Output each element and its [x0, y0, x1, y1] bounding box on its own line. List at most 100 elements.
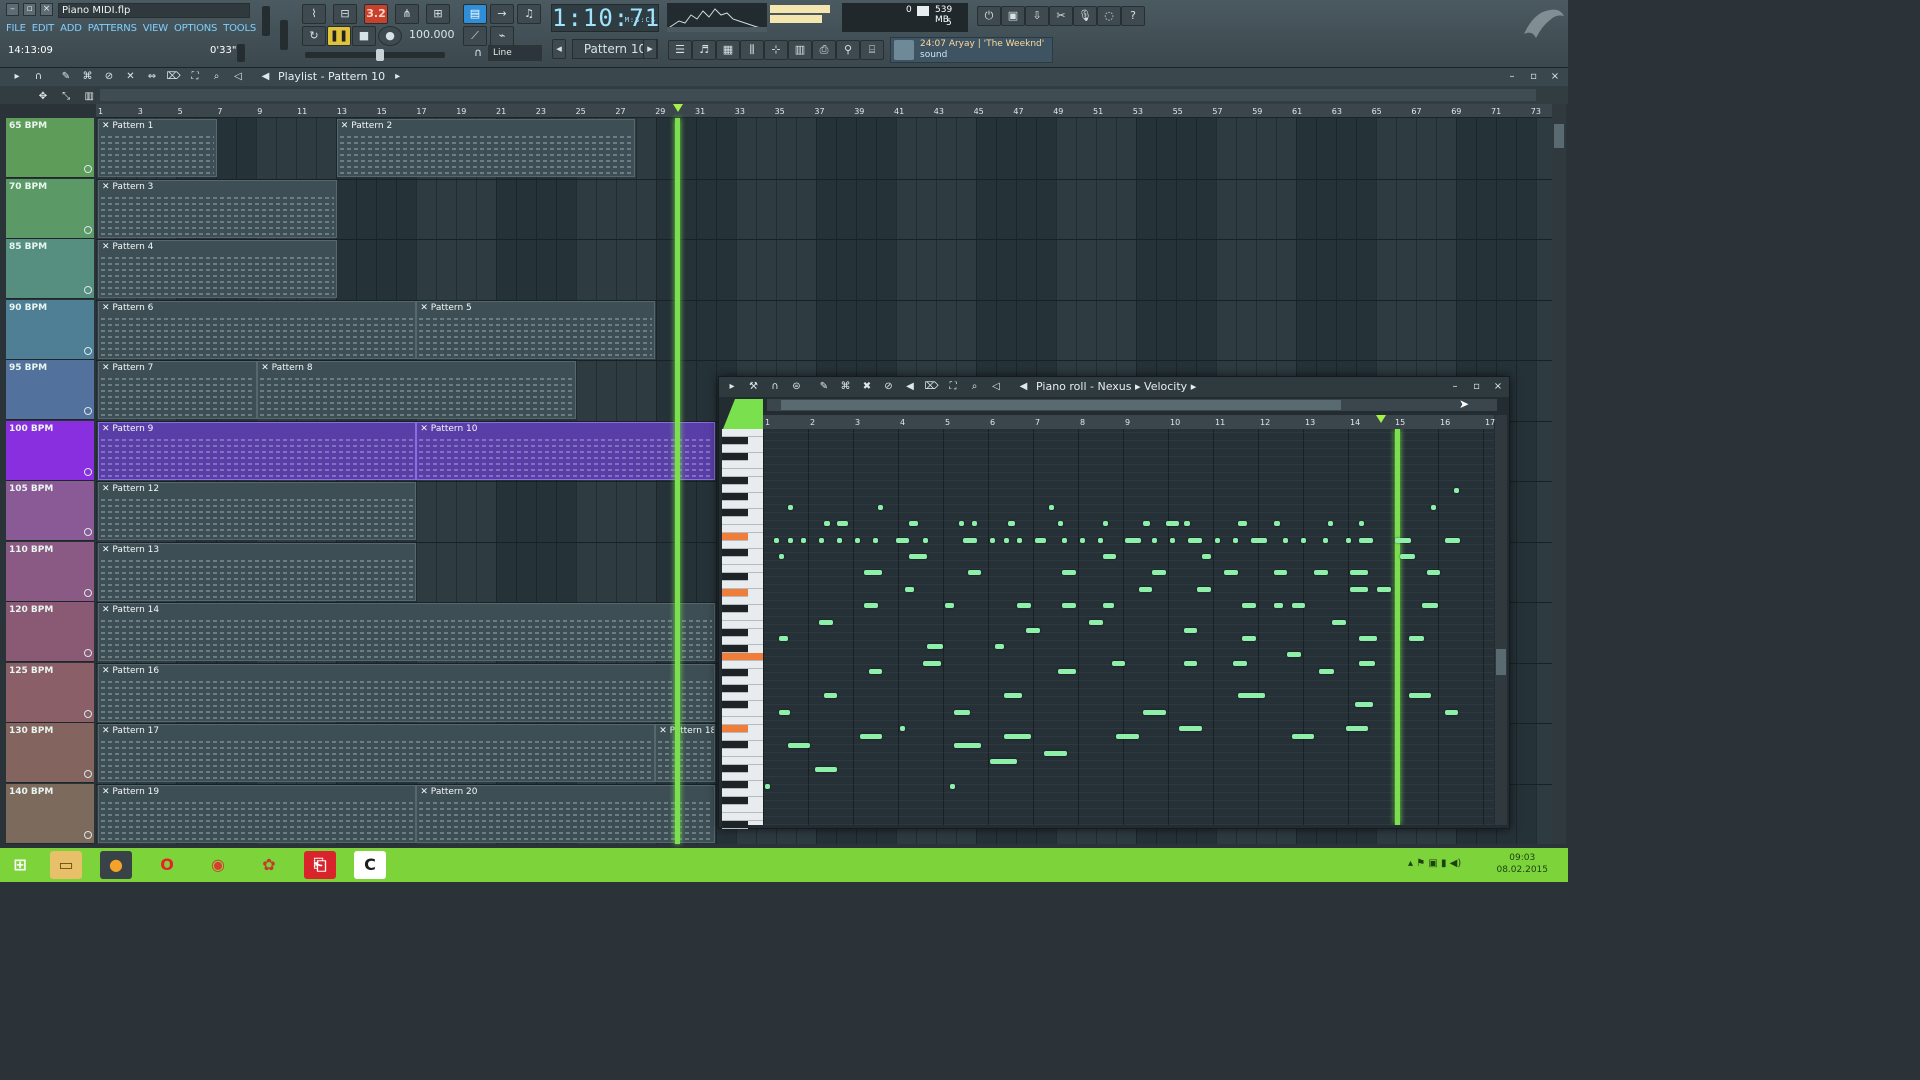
track-enable-icon[interactable] — [84, 831, 92, 839]
piano-key[interactable] — [722, 581, 763, 589]
midi-note[interactable] — [1184, 521, 1191, 526]
midi-note[interactable] — [1427, 570, 1441, 575]
midi-note[interactable] — [801, 538, 806, 543]
midi-note[interactable] — [1355, 702, 1373, 707]
midi-note[interactable] — [1274, 603, 1283, 608]
midi-note[interactable] — [1395, 538, 1411, 543]
piano-roll-maximize-button[interactable]: ▫ — [1470, 380, 1484, 394]
midi-note[interactable] — [1346, 538, 1351, 543]
mute-tool-icon[interactable]: ✕ — [124, 70, 138, 84]
pattern-clip[interactable]: ✕ Pattern 8 — [257, 361, 575, 419]
piano-key[interactable] — [722, 605, 748, 613]
midi-note[interactable] — [1062, 603, 1076, 608]
midi-note[interactable] — [1058, 521, 1063, 526]
playlist-menu-icon[interactable]: ▸ — [10, 70, 24, 84]
piano-roll-minimize-button[interactable]: – — [1448, 380, 1462, 394]
midi-note[interactable] — [990, 759, 1017, 764]
track-enable-icon[interactable] — [84, 226, 92, 234]
midi-note[interactable] — [1103, 603, 1114, 608]
piano-roll-ruler[interactable]: 1234567891011121314151617 — [763, 415, 1494, 429]
chat-icon[interactable]: ◌ — [1097, 6, 1121, 26]
zoom-horizontal-icon[interactable]: ✥ — [36, 90, 50, 104]
piano-roll-vscroll-thumb[interactable] — [1496, 649, 1506, 675]
snap-tool-button[interactable]: ⟋ — [463, 26, 487, 46]
slip-tool-icon[interactable]: ⇔ — [145, 70, 159, 84]
master-pitch-slider[interactable] — [280, 20, 288, 50]
midi-note[interactable] — [1274, 521, 1281, 526]
midi-note[interactable] — [819, 620, 833, 625]
window-minimize-button[interactable]: – — [6, 3, 19, 16]
pattern-clip[interactable]: ✕ Pattern 19 — [98, 785, 416, 843]
paint-icon[interactable]: ✿ — [253, 851, 285, 879]
track-enable-icon[interactable] — [84, 347, 92, 355]
loop-icon[interactable]: ↻ — [302, 26, 326, 46]
midi-note[interactable] — [995, 644, 1004, 649]
midi-note[interactable] — [1152, 538, 1157, 543]
playback-tool-icon[interactable]: ◁ — [231, 70, 245, 84]
midi-note[interactable] — [1350, 587, 1368, 592]
power-icon[interactable]: ⏻ — [977, 6, 1001, 26]
track-header[interactable]: 125 BPM — [6, 663, 94, 723]
tempo-display[interactable]: 100.000 — [409, 28, 449, 45]
midi-note[interactable] — [779, 710, 790, 715]
midi-note[interactable] — [968, 570, 982, 575]
menu-options[interactable]: Options — [174, 21, 217, 36]
track-header[interactable]: 90 BPM — [6, 300, 94, 360]
midi-note[interactable] — [945, 603, 954, 608]
blend-notes-button[interactable]: ⊞ — [426, 4, 450, 24]
menu-view[interactable]: View — [143, 21, 168, 36]
pattern-clip[interactable]: ✕ Pattern 9 — [98, 422, 416, 480]
menu-edit[interactable]: Edit — [32, 21, 54, 36]
midi-note[interactable] — [927, 644, 943, 649]
piano-key[interactable] — [722, 549, 748, 557]
piano-roll-magnet-icon[interactable]: ∩ — [768, 380, 782, 394]
midi-note[interactable] — [1377, 587, 1391, 592]
midi-note[interactable] — [1283, 538, 1288, 543]
midi-note[interactable] — [1445, 538, 1461, 543]
pattern-clip[interactable]: ✕ Pattern 2 — [337, 119, 636, 177]
midi-note[interactable] — [923, 538, 928, 543]
midi-note[interactable] — [855, 538, 860, 543]
midi-note[interactable] — [1116, 734, 1139, 739]
piano-key[interactable] — [722, 573, 748, 581]
pattern-clip[interactable]: ✕ Pattern 16 — [98, 664, 715, 722]
midi-note[interactable] — [1319, 669, 1335, 674]
piano-key[interactable] — [722, 765, 748, 773]
piano-roll-close-button[interactable]: × — [1491, 380, 1505, 394]
midi-note[interactable] — [1062, 538, 1067, 543]
tempo-tapper-icon[interactable]: ⌸ — [860, 40, 884, 60]
pattern-clip[interactable]: ✕ Pattern 17 — [98, 724, 655, 782]
midi-note[interactable] — [972, 521, 977, 526]
piano-key[interactable] — [722, 517, 763, 525]
piano-roll-playhead-marker[interactable] — [1376, 415, 1386, 423]
piano-key[interactable] — [722, 565, 763, 573]
midi-note[interactable] — [1004, 693, 1022, 698]
piano-key[interactable] — [722, 789, 763, 797]
midi-note[interactable] — [1152, 570, 1166, 575]
midi-note[interactable] — [1184, 628, 1198, 633]
metronome-button[interactable]: ⌇ — [302, 4, 326, 24]
piano-roll-zoom-icon[interactable]: ⌕ — [968, 380, 982, 394]
piano-key[interactable] — [722, 797, 748, 805]
pattern-clip[interactable]: ✕ Pattern 14 — [98, 603, 715, 661]
window-close-button[interactable]: × — [40, 3, 53, 16]
delete-tool-icon[interactable]: ⊘ — [102, 70, 116, 84]
countdown-button[interactable]: 3.2 — [364, 4, 388, 24]
window-restore-button[interactable]: ▫ — [23, 3, 36, 16]
midi-note[interactable] — [1409, 636, 1425, 641]
pause-button[interactable]: ❚❚ — [327, 26, 351, 46]
midi-note[interactable] — [1112, 661, 1126, 666]
piano-key[interactable] — [722, 589, 748, 597]
piano-key[interactable] — [722, 725, 748, 733]
plugin-database-icon[interactable]: ⎙ — [812, 40, 836, 60]
piano-key[interactable] — [722, 629, 748, 637]
piano-key[interactable] — [722, 701, 748, 709]
piano-roll-wrench-icon[interactable]: ⚒ — [747, 380, 761, 394]
pattern-clip[interactable]: ✕ Pattern 3 — [98, 180, 337, 238]
midi-note[interactable] — [1179, 726, 1202, 731]
pattern-clip[interactable]: ✕ Pattern 12 — [98, 482, 416, 540]
track-header[interactable]: 140 BPM — [6, 784, 94, 844]
piano-key[interactable] — [722, 485, 763, 493]
midi-note[interactable] — [1202, 554, 1211, 559]
midi-note[interactable] — [1287, 652, 1301, 657]
